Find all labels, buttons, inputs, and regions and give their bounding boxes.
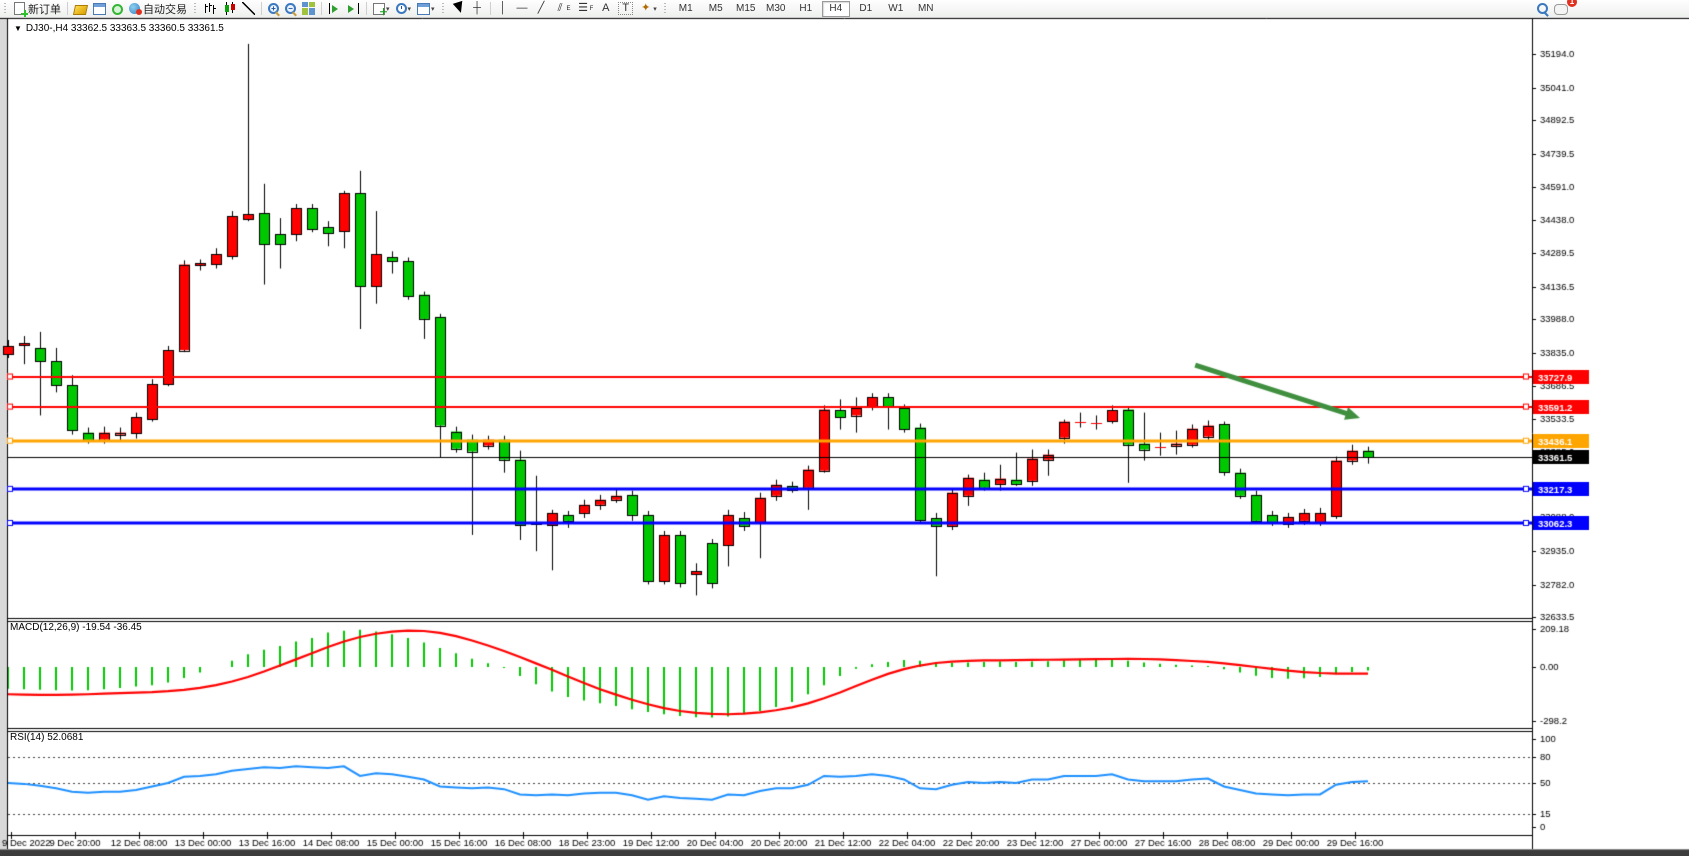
autotrading-button[interactable]: 自动交易 [126, 1, 190, 16]
globe-icon [129, 3, 140, 14]
signal-icon [112, 4, 123, 15]
scroll-to-end-button[interactable] [325, 1, 344, 16]
tile-windows-icon [302, 2, 315, 15]
indicators-button[interactable]: ▾ [370, 1, 393, 16]
arrows-button[interactable]: ✦▾ [636, 1, 660, 16]
rsi-indicator-label: RSI(14) 52.0681 [10, 732, 83, 743]
timeframe-w1[interactable]: W1 [882, 1, 910, 17]
text-button[interactable]: A [596, 1, 615, 16]
zoom-out-button[interactable]: − [282, 1, 299, 16]
chart-title-text: DJ30-,H4 33362.5 33363.5 33360.5 33361.5 [26, 23, 224, 34]
new-order-button[interactable]: 新订单 [11, 1, 64, 16]
signals-button[interactable] [109, 1, 126, 16]
chat-badge: 1 [1567, 0, 1577, 7]
toolbar-right-group: 1 [1534, 1, 1571, 16]
timeframe-h1[interactable]: H1 [792, 1, 820, 17]
caret-down-icon: ▾ [431, 5, 435, 13]
channel-icon: ⫽ [554, 2, 567, 15]
fibonacci-icon: ☰ [577, 2, 590, 15]
cursor-button[interactable] [449, 1, 468, 16]
crosshair-icon: ┼ [471, 2, 484, 15]
new-order-icon [14, 2, 25, 15]
chat-button[interactable]: 1 [1551, 1, 1571, 16]
gold-icon [73, 5, 88, 15]
toolbar-separator [67, 2, 68, 15]
charts-window-button[interactable] [90, 1, 109, 16]
window-icon [93, 3, 106, 15]
crosshair-button[interactable]: ┼ [468, 1, 487, 16]
line-chart-icon [242, 2, 255, 15]
channel-sub: E [567, 6, 571, 12]
fibonacci-button[interactable]: ☰F [574, 1, 597, 16]
timeframe-h4[interactable]: H4 [822, 1, 850, 17]
channel-button[interactable]: ⫽E [551, 1, 574, 16]
line-chart-button[interactable] [239, 1, 258, 16]
chart-title[interactable]: ▼ DJ30-,H4 33362.5 33363.5 33360.5 33361.… [14, 23, 224, 34]
arrows-icon: ✦ [639, 2, 652, 15]
scroll-to-end-icon [328, 2, 341, 15]
trading-app: { "toolbar": { "new_order_label": "新订单",… [0, 0, 1689, 856]
caret-down-icon: ▾ [408, 5, 412, 13]
toolbar-grip [192, 2, 199, 15]
periods-button[interactable]: ▾ [393, 1, 415, 16]
toolbar-separator [490, 2, 491, 15]
zoom-in-button[interactable]: + [265, 1, 282, 16]
toolbar-separator [261, 2, 262, 15]
chart-dropdown-icon[interactable]: ▼ [14, 24, 22, 33]
template-icon [417, 3, 430, 15]
toolbar-grip [2, 2, 9, 15]
timeframe-group: M1M5M15M30H1H4D1W1MN [671, 1, 941, 17]
clock-icon [396, 3, 407, 14]
templates-button[interactable]: ▾ [414, 1, 438, 16]
chart-shift-icon [347, 2, 360, 15]
toolbar-separator [321, 2, 322, 15]
chat-icon [1554, 4, 1568, 15]
trendline-icon: ╱ [535, 2, 548, 15]
search-button[interactable] [1534, 1, 1551, 16]
horizontal-line-button[interactable]: — [513, 1, 532, 16]
caret-down-icon: ▾ [653, 5, 657, 13]
search-icon [1537, 3, 1548, 14]
chart-shift-button[interactable] [344, 1, 363, 16]
vertical-line-icon: │ [497, 2, 510, 15]
zoom-in-icon: + [268, 3, 279, 14]
timeframe-mn[interactable]: MN [912, 1, 940, 17]
candlestick-icon [223, 2, 236, 15]
cursor-icon [452, 2, 465, 15]
add-indicator-icon [373, 3, 385, 15]
vertical-line-button[interactable]: │ [494, 1, 513, 16]
fibo-sub: F [590, 6, 594, 12]
toolbar-grip [440, 2, 447, 15]
tile-windows-button[interactable] [299, 1, 318, 16]
candlestick-chart-button[interactable] [220, 1, 239, 16]
timeframe-m1[interactable]: M1 [672, 1, 700, 17]
text-icon: A [599, 2, 612, 15]
bar-chart-icon [204, 2, 217, 15]
text-label-button[interactable]: T [615, 1, 636, 16]
market-watch-button[interactable] [71, 1, 90, 16]
horizontal-line-icon: — [516, 2, 529, 15]
macd-indicator-label: MACD(12,26,9) -19.54 -36.45 [10, 622, 142, 633]
text-label-icon: T [618, 2, 633, 15]
toolbar: 新订单 自动交易 + − ▾ ▾ ▾ ┼ │ — ╱ ⫽E ☰F A [0, 0, 1689, 18]
new-order-label: 新订单 [28, 1, 61, 17]
zoom-out-icon: − [285, 3, 296, 14]
toolbar-grip [662, 2, 669, 15]
trendline-button[interactable]: ╱ [532, 1, 551, 16]
timeframe-m30[interactable]: M30 [762, 1, 790, 17]
bar-chart-button[interactable] [201, 1, 220, 16]
timeframe-d1[interactable]: D1 [852, 1, 880, 17]
autotrading-label: 自动交易 [143, 1, 187, 17]
timeframe-m15[interactable]: M15 [732, 1, 760, 17]
timeframe-m5[interactable]: M5 [702, 1, 730, 17]
toolbar-separator [366, 2, 367, 15]
chart-canvas[interactable] [0, 0, 1689, 856]
